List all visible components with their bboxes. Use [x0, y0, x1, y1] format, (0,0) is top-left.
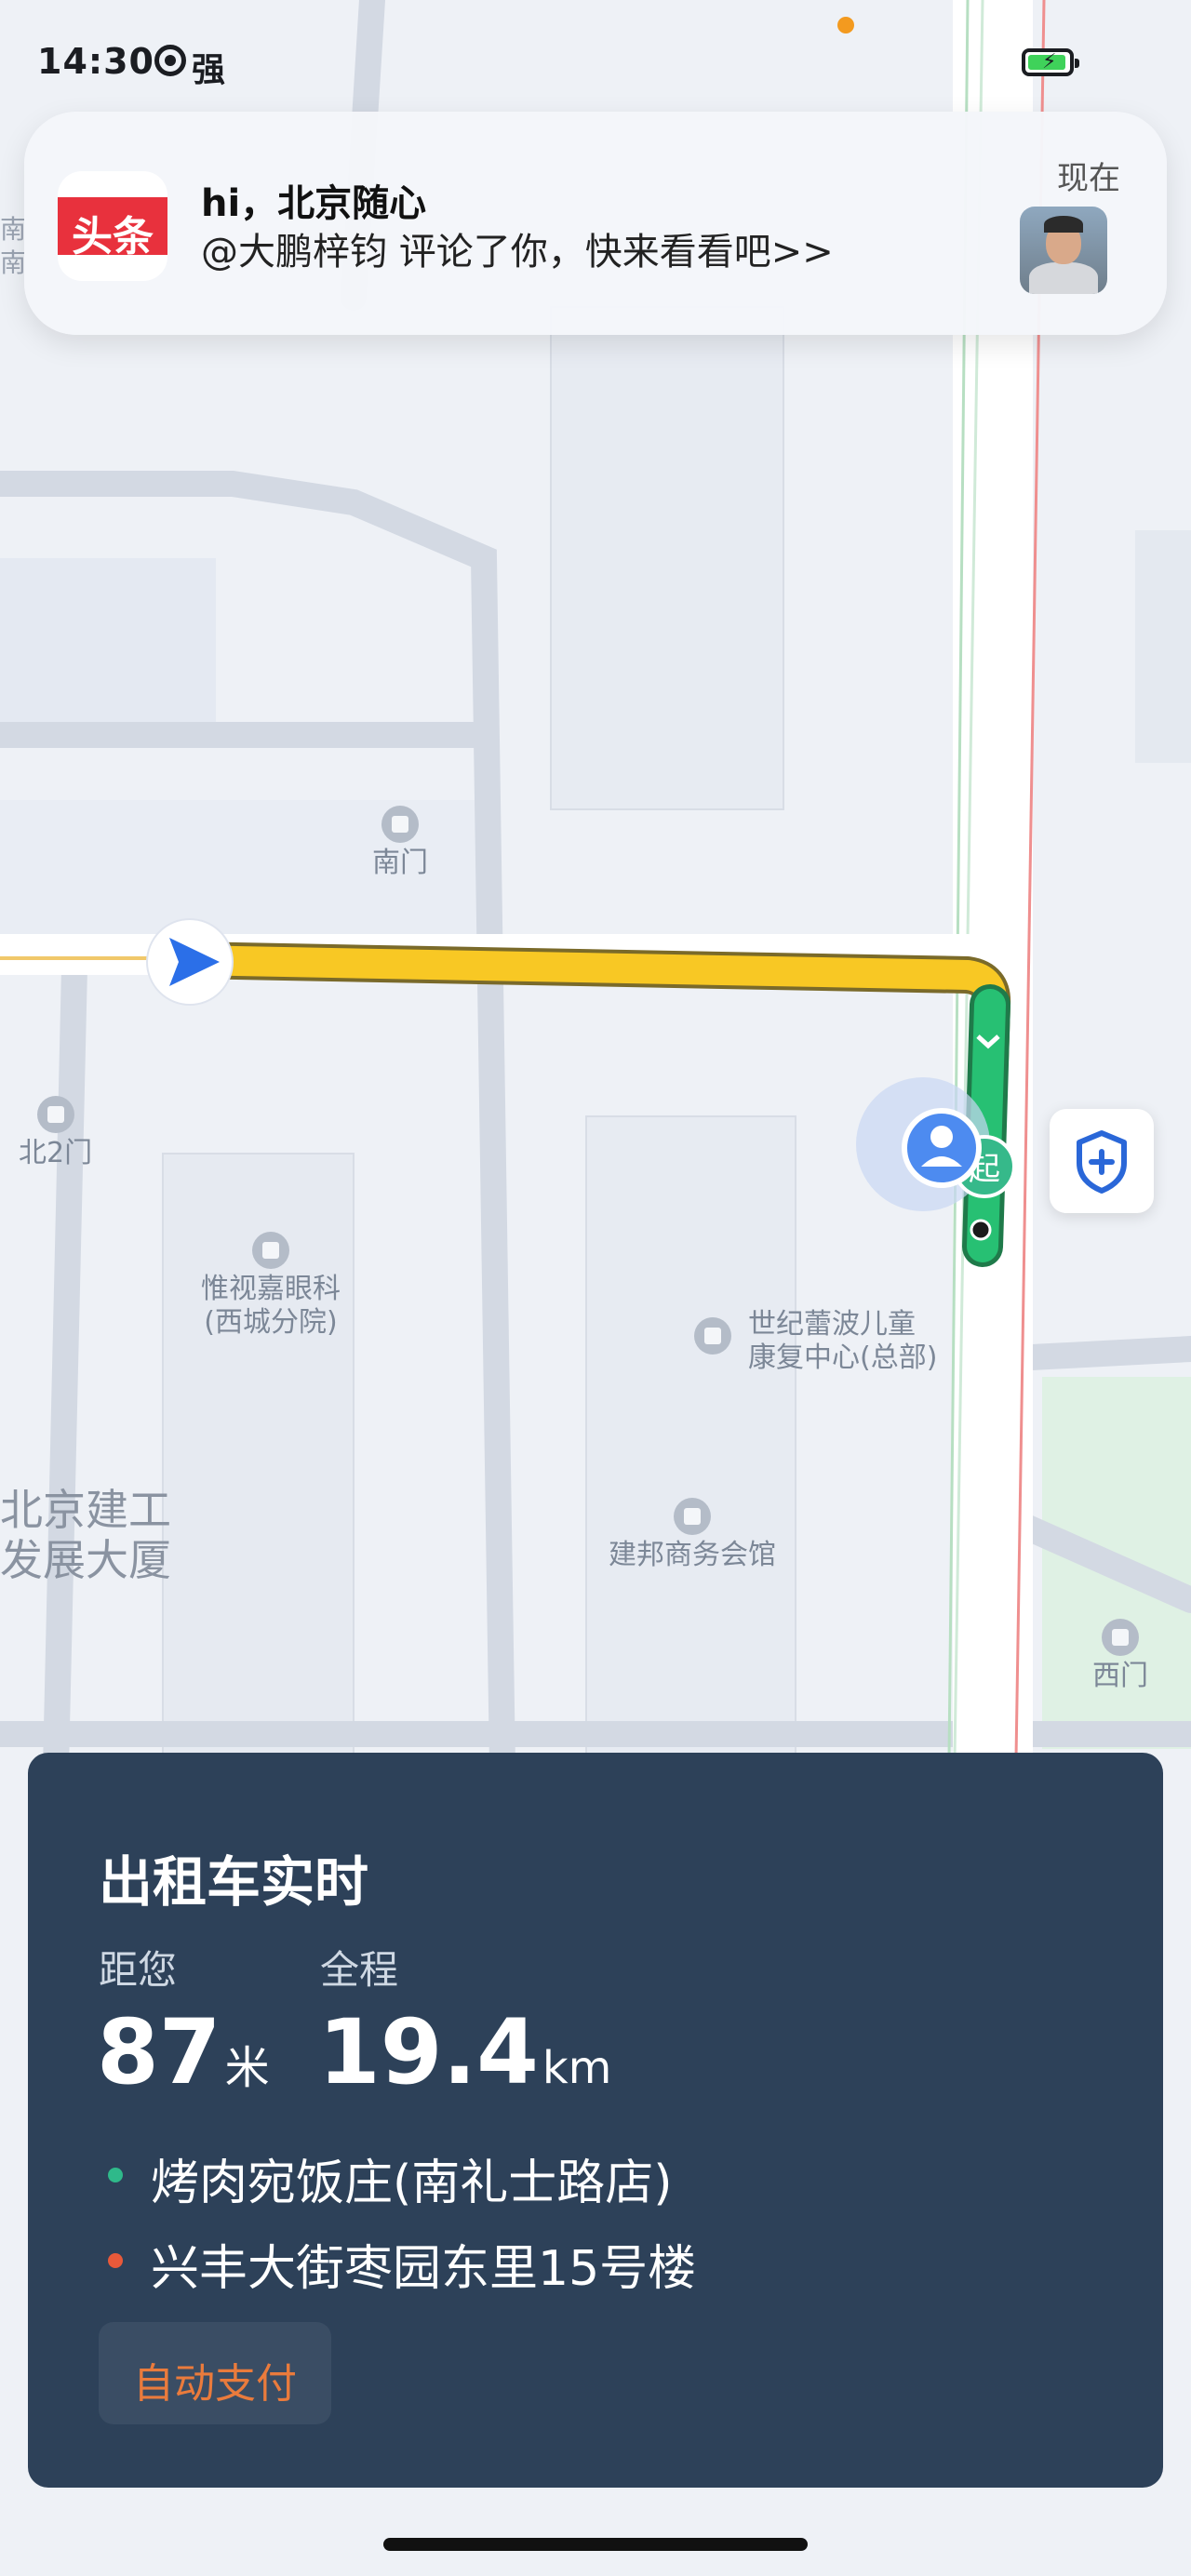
- poi-south-gate[interactable]: 南门: [372, 806, 428, 880]
- hospital-icon: [694, 1317, 731, 1355]
- poi-business-hotel[interactable]: 建邦商务会馆: [609, 1498, 776, 1572]
- signal-icon: [154, 45, 186, 76]
- safety-shield-button[interactable]: [1050, 1109, 1154, 1213]
- sender-avatar: [1020, 207, 1107, 294]
- entrance-icon: [1102, 1619, 1139, 1656]
- svg-text:南: 南: [0, 214, 26, 245]
- svg-text:南: 南: [0, 247, 26, 278]
- hospital-icon: [252, 1232, 289, 1269]
- notification-title: hi，北京随心: [201, 182, 427, 225]
- notification-banner[interactable]: 头条 hi，北京随心 @大鹏梓钧 评论了你，快来看看吧>> 现在: [24, 112, 1167, 335]
- distance-label: 距您: [99, 1947, 178, 1993]
- poi-rehab-center[interactable]: 世纪蕾波儿童 康复中心(总部): [694, 1308, 937, 1375]
- poi-eye-clinic[interactable]: 惟视嘉眼科 (西城分院): [201, 1232, 341, 1340]
- destination-address: 兴丰大街枣园东里15号楼: [151, 2241, 697, 2297]
- map-block: [550, 306, 784, 810]
- building-label: 北京建工 发展大厦: [0, 1485, 171, 1585]
- status-bar: 14:30 强 ⚡: [0, 0, 1191, 121]
- taxi-dot: [970, 1219, 992, 1241]
- poi-west-gate[interactable]: 西门: [1092, 1619, 1148, 1693]
- map-block: [1135, 530, 1191, 763]
- shield-icon: [1077, 1130, 1127, 1194]
- entrance-icon: [381, 806, 419, 843]
- panel-title: 出租车实时: [99, 1850, 369, 1914]
- building-icon: [674, 1498, 711, 1535]
- origin-bullet-icon: [108, 2168, 123, 2182]
- signal-label: 强: [192, 51, 226, 89]
- auto-pay-button[interactable]: 自动支付: [99, 2322, 331, 2424]
- total-value: 19.4km: [318, 2000, 612, 2104]
- trip-info-panel: 出租车实时 距您 全程 87米 19.4km 烤肉宛饭庄(南礼士路店) 兴丰大街…: [28, 1753, 1163, 2488]
- map-block: [0, 558, 216, 744]
- status-time: 14:30: [37, 41, 154, 82]
- map-block: [1042, 1377, 1191, 1656]
- destination-bullet-icon: [108, 2253, 123, 2268]
- notification-time: 现在: [1057, 160, 1120, 197]
- notification-body: @大鹏梓钧 评论了你，快来看看吧>>: [201, 231, 834, 274]
- total-label: 全程: [320, 1947, 399, 1993]
- poi-north-gate-2[interactable]: 北2门: [19, 1096, 92, 1170]
- origin-address: 烤肉宛饭庄(南礼士路店): [151, 2156, 673, 2211]
- home-indicator[interactable]: [383, 2538, 808, 2551]
- entrance-icon: [36, 1096, 74, 1133]
- toutiao-app-icon: 头条: [58, 171, 167, 281]
- distance-value: 87米: [97, 2000, 270, 2104]
- map-block: [585, 1115, 796, 1787]
- battery-icon: ⚡: [1022, 48, 1079, 76]
- privacy-indicator-dot: [837, 17, 854, 33]
